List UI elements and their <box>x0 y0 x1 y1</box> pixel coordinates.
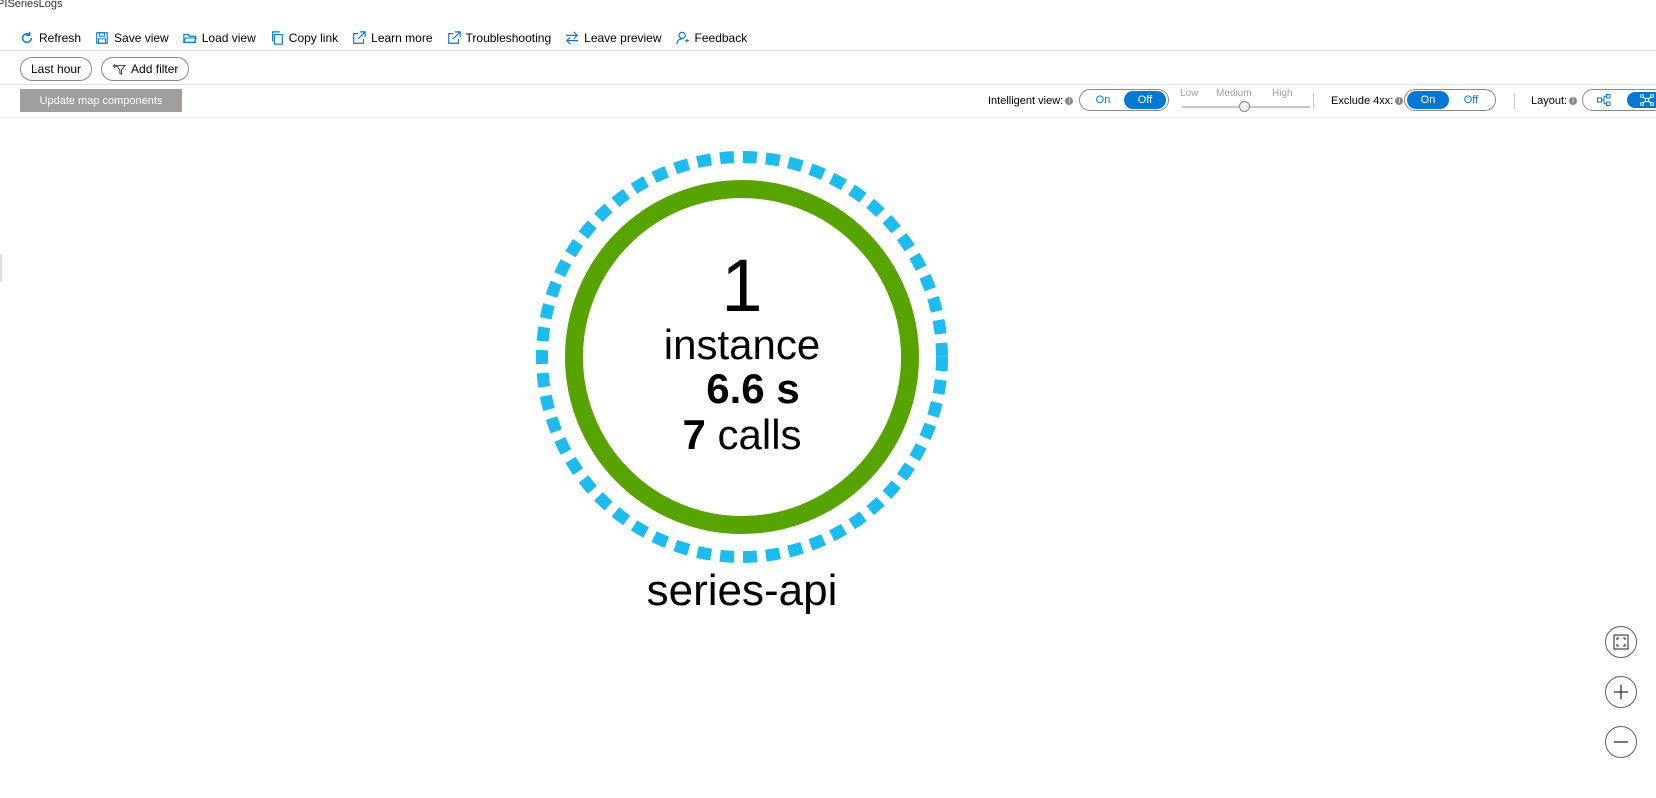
filter-bar: Last hour Add filter <box>20 57 190 81</box>
external-link-icon <box>353 31 366 44</box>
time-range-pill[interactable]: Last hour <box>20 57 93 81</box>
copy-link-button[interactable]: Copy link <box>270 31 338 45</box>
page-title: .PISeriesLogs <box>0 0 63 10</box>
side-panel-handle[interactable] <box>0 254 2 282</box>
zoom-out-icon <box>1614 741 1628 743</box>
time-range-label: Last hour <box>31 62 82 76</box>
info-icon[interactable]: i <box>1065 97 1074 105</box>
info-icon[interactable]: i <box>1569 97 1578 105</box>
slider-label-high: High <box>1272 88 1293 99</box>
separator <box>1313 93 1314 109</box>
feedback-label: Feedback <box>694 31 748 45</box>
troubleshooting-label: Troubleshooting <box>465 31 552 45</box>
add-filter-icon <box>112 63 127 75</box>
intelligent-view-off[interactable]: Off <box>1124 91 1166 109</box>
copy-link-label: Copy link <box>288 31 339 45</box>
zoom-in-icon <box>1614 685 1628 699</box>
troubleshooting-button[interactable]: Troubleshooting <box>447 31 552 45</box>
info-icon[interactable]: i <box>1395 97 1404 105</box>
external-link-icon <box>447 31 461 44</box>
save-view-button[interactable]: Save view <box>95 31 169 45</box>
switch-arrows-icon <box>566 31 579 45</box>
layout-label: Layout: i <box>1531 95 1578 107</box>
instance-label: instance <box>663 321 821 368</box>
feedback-button[interactable]: Feedback <box>675 31 748 45</box>
layout-toggle[interactable] <box>1582 89 1656 111</box>
application-map-page: .PISeriesLogs Refresh Save view Load vie… <box>0 0 1656 798</box>
layout-network-option[interactable] <box>1627 92 1656 108</box>
exclude-4xx-label: Exclude 4xx: i <box>1331 95 1404 107</box>
feedback-icon <box>675 31 689 45</box>
average-duration: 6.6 s <box>706 365 800 412</box>
node-name: series-api <box>646 566 838 615</box>
calls-count: 7 <box>682 411 706 458</box>
zoom-in-button[interactable] <box>1605 676 1637 708</box>
hierarchy-layout-icon <box>1597 94 1611 106</box>
save-icon <box>96 32 108 44</box>
divider <box>0 117 1656 118</box>
fit-to-screen-button[interactable] <box>1605 626 1637 658</box>
divider <box>0 84 1656 85</box>
refresh-button[interactable]: Refresh <box>20 31 81 45</box>
network-layout-icon <box>1640 94 1654 106</box>
calls-summary: 7 calls <box>532 412 952 458</box>
load-view-label: Load view <box>201 31 256 45</box>
intelligent-view-label-text: Intelligent view: <box>988 95 1064 107</box>
fit-to-screen-icon <box>1613 634 1629 650</box>
add-filter-label: Add filter <box>131 62 179 76</box>
slider-label-low: Low <box>1180 88 1199 99</box>
instance-count: 1 <box>721 244 763 327</box>
intelligent-view-on[interactable]: On <box>1082 91 1124 109</box>
intelligent-view-toggle[interactable]: On Off <box>1079 89 1169 111</box>
exclude-4xx-off[interactable]: Off <box>1449 91 1493 109</box>
save-view-label: Save view <box>114 31 169 45</box>
refresh-label: Refresh <box>39 31 82 45</box>
load-view-button[interactable]: Load view <box>182 31 256 45</box>
add-filter-pill[interactable]: Add filter <box>101 57 190 81</box>
exclude-4xx-label-text: Exclude 4xx: <box>1331 95 1394 107</box>
separator <box>1514 93 1515 109</box>
copy-icon <box>271 31 283 45</box>
layout-label-text: Layout: <box>1531 95 1568 107</box>
exclude-4xx-on[interactable]: On <box>1407 91 1449 109</box>
learn-more-label: Learn more <box>371 31 433 45</box>
leave-preview-label: Leave preview <box>584 31 662 45</box>
learn-more-button[interactable]: Learn more <box>352 31 433 45</box>
exclude-4xx-toggle[interactable]: On Off <box>1404 89 1496 111</box>
intelligent-view-label: Intelligent view: i <box>988 95 1074 107</box>
divider <box>0 50 1656 51</box>
update-map-components-button[interactable]: Update map components <box>20 89 182 112</box>
leave-preview-button[interactable]: Leave preview <box>565 31 662 45</box>
calls-label: calls <box>717 411 802 458</box>
sensitivity-slider-thumb[interactable] <box>1239 101 1250 112</box>
refresh-icon <box>21 31 33 44</box>
folder-open-icon <box>182 33 197 43</box>
zoom-out-button[interactable] <box>1605 726 1637 758</box>
command-bar: Refresh Save view Load view Copy link Le… <box>20 26 747 50</box>
layout-hierarchical-option[interactable] <box>1586 92 1622 108</box>
slider-label-medium: Medium <box>1216 88 1252 99</box>
